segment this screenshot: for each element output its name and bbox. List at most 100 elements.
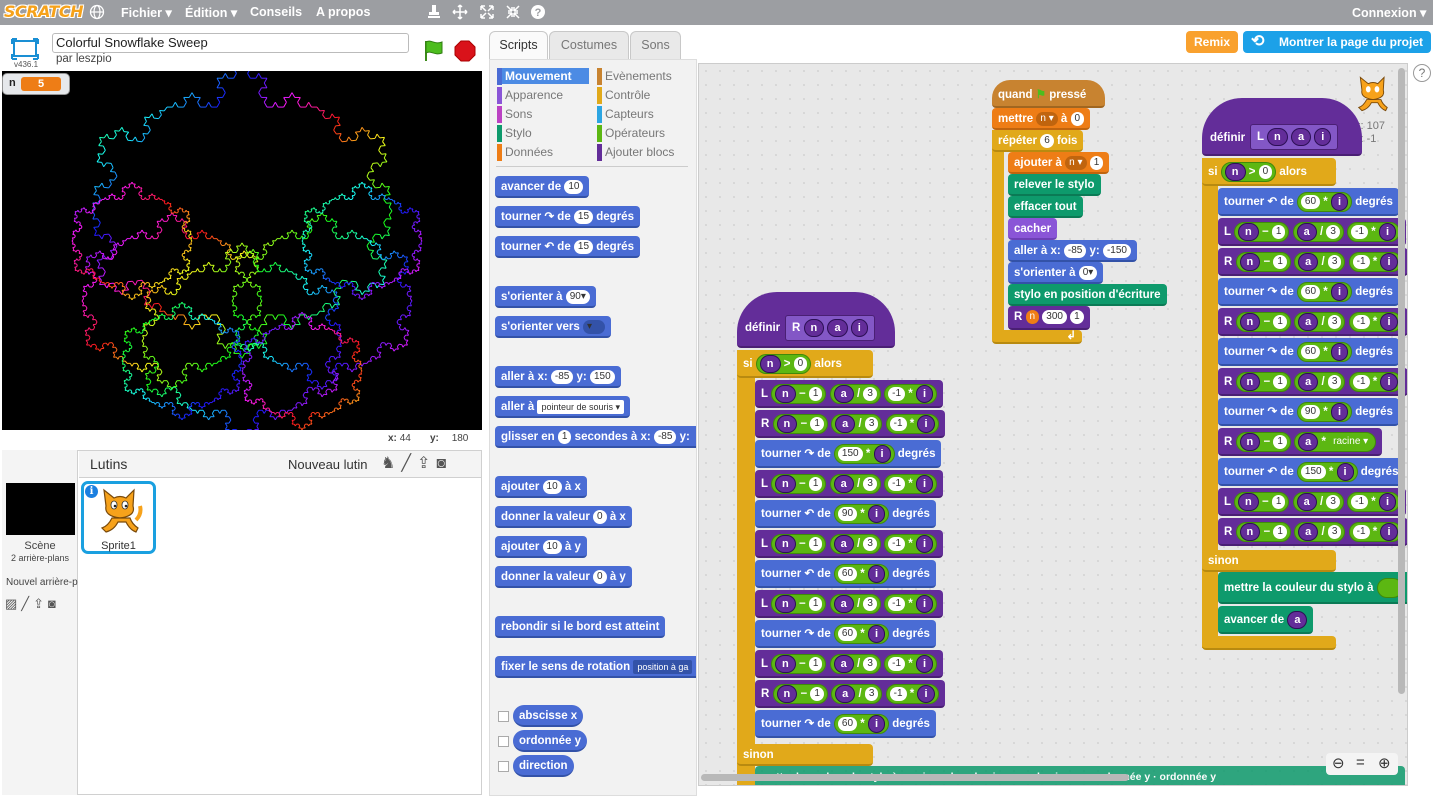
r-script-row-5[interactable]: L n − 1 a / 3 -1 * i <box>755 530 944 558</box>
block-set-x[interactable]: donner la valeur 0 à x <box>495 506 632 528</box>
stage-canvas[interactable] <box>2 71 482 430</box>
checkbox-xpos[interactable] <box>498 711 509 722</box>
block-goto-xy[interactable]: aller à x: -85 y: 150 <box>495 366 621 388</box>
block-change-var[interactable]: ajouter à n ▾ 1 <box>1008 152 1110 174</box>
category-motion[interactable]: Mouvement <box>497 68 589 85</box>
r-script-row-10[interactable]: R n − 1 a / 3 -1 * i <box>755 680 945 708</box>
stamp-icon[interactable] <box>426 4 442 20</box>
l-script-row-0[interactable]: tourner ↶ de 60 * i degrés <box>1218 188 1399 216</box>
category-control[interactable]: Contrôle <box>597 87 650 104</box>
menu-connection[interactable]: Connexion ▾ <box>1352 5 1426 20</box>
l-script-row-10[interactable]: L n − 1 a / 3 -1 * i <box>1218 488 1407 516</box>
l-script-row-1[interactable]: L n − 1 a / 3 -1 * i <box>1218 218 1407 246</box>
category-operators[interactable]: Opérateurs <box>597 125 665 142</box>
paint-backdrop-icon[interactable]: ▨ <box>5 596 21 611</box>
brush-backdrop-icon[interactable]: ╱ <box>21 596 33 611</box>
r-script-row-1[interactable]: R n − 1 a / 3 -1 * i <box>755 410 945 438</box>
l-script-row-8[interactable]: R n − 1 a * racine ▾ <box>1218 428 1383 456</box>
upload-sprite-icon[interactable]: ⇪ <box>417 455 436 472</box>
l-script-row-4[interactable]: R n − 1 a / 3 -1 * i <box>1218 308 1407 336</box>
block-glide[interactable]: glisser en 1 secondes à x: -85 y: <box>495 426 696 448</box>
menu-about[interactable]: A propos <box>316 5 370 19</box>
tab-sounds[interactable]: Sons <box>630 31 681 59</box>
block-goto[interactable]: aller à pointeur de souris ▾ <box>495 396 631 418</box>
see-project-page-button[interactable]: ⟲ Montrer la page du projet <box>1243 31 1431 53</box>
block-when-flag-clicked[interactable]: quand ⚑ pressé <box>992 80 1105 108</box>
block-if-r[interactable]: si n > 0 alors <box>737 350 873 378</box>
stop-icon[interactable] <box>454 40 476 62</box>
block-hide[interactable]: cacher <box>1008 218 1058 240</box>
horizontal-scrollbar[interactable] <box>701 774 1129 781</box>
zoom-out-icon[interactable]: ⊖ <box>1332 754 1345 772</box>
category-sound[interactable]: Sons <box>497 106 532 123</box>
r-script-row-4[interactable]: tourner ↶ de 90 * i degrés <box>755 500 936 528</box>
block-define-r[interactable]: définir R n a i <box>737 292 895 348</box>
l-script-row-9[interactable]: tourner ↶ de 150 * i degrés <box>1218 458 1405 486</box>
block-if-l[interactable]: si n > 0 alors <box>1202 158 1336 186</box>
enlarge-icon[interactable] <box>479 4 495 20</box>
block-clear[interactable]: effacer tout <box>1008 196 1083 218</box>
paint-sprite-icon[interactable]: ╱ <box>401 455 417 472</box>
l-script-row-11[interactable]: R n − 1 a / 3 -1 * i <box>1218 518 1407 546</box>
r-script-row-11[interactable]: tourner ↷ de 60 * i degrés <box>755 710 936 738</box>
remix-button[interactable]: Remix <box>1186 31 1238 53</box>
help-icon[interactable]: ? <box>530 4 546 20</box>
project-title-input[interactable]: Colorful Snowflake Sweep <box>52 33 409 53</box>
r-script-row-6[interactable]: tourner ↶ de 60 * i degrés <box>755 560 936 588</box>
l-script-row-5[interactable]: tourner ↷ de 60 * i degrés <box>1218 338 1399 366</box>
block-repeat[interactable]: répéter 6 fois <box>992 130 1084 152</box>
block-change-y[interactable]: ajouter 10 à y <box>495 536 587 558</box>
r-script-row-3[interactable]: L n − 1 a / 3 -1 * i <box>755 470 944 498</box>
category-sensing[interactable]: Capteurs <box>597 106 654 123</box>
block-else-l[interactable]: sinon <box>1202 550 1336 572</box>
zoom-reset-icon[interactable]: = <box>1356 754 1365 771</box>
block-move-a[interactable]: avancer de a <box>1218 606 1314 634</box>
camera-sprite-icon[interactable]: ◙ <box>436 455 452 472</box>
l-script-row-3[interactable]: tourner ↷ de 60 * i degrés <box>1218 278 1399 306</box>
variable-monitor[interactable]: n 5 <box>2 73 70 95</box>
block-else-r[interactable]: sinon <box>737 744 873 766</box>
checkbox-ypos[interactable] <box>498 736 509 747</box>
menu-file[interactable]: Fichier ▾ <box>121 5 172 20</box>
block-pen-up[interactable]: relever le stylo <box>1008 174 1101 196</box>
block-move-steps[interactable]: avancer de 10 <box>495 176 590 198</box>
block-point-direction[interactable]: s'orienter à 90▾ <box>495 286 596 308</box>
block-pen-down[interactable]: stylo en position d'écriture <box>1008 284 1167 306</box>
block-point-direction-script[interactable]: s'orienter à 0▾ <box>1008 262 1104 284</box>
category-more-blocks[interactable]: Ajouter blocs <box>597 144 674 161</box>
menu-tips[interactable]: Conseils <box>250 5 302 19</box>
sprite-library-icon[interactable]: ♞ <box>381 455 401 472</box>
shrink-icon[interactable] <box>505 4 521 20</box>
block-bounce[interactable]: rebondir si le bord est atteint <box>495 616 666 638</box>
block-turn-left[interactable]: tourner ↶ de 15 degrés <box>495 236 640 258</box>
block-goto-xy-script[interactable]: aller à x: -85 y: -150 <box>1008 240 1137 262</box>
block-point-towards[interactable]: s'orienter vers ▾ <box>495 316 612 338</box>
block-rotation-style[interactable]: fixer le sens de rotation position à ga <box>495 656 696 678</box>
sprite1-tile[interactable]: i Sprite1 <box>81 481 156 554</box>
l-script-row-7[interactable]: tourner ↷ de 90 * i degrés <box>1218 398 1399 426</box>
zoom-in-icon[interactable]: ⊕ <box>1378 754 1391 772</box>
green-flag-icon[interactable] <box>422 38 444 62</box>
r-script-row-0[interactable]: L n − 1 a / 3 -1 * i <box>755 380 944 408</box>
camera-backdrop-icon[interactable]: ◙ <box>48 596 60 611</box>
reporter-xpos[interactable]: abscisse x <box>513 705 584 727</box>
scratch-logo[interactable]: SCRATCH <box>4 2 83 21</box>
r-script-row-8[interactable]: tourner ↷ de 60 * i degrés <box>755 620 936 648</box>
reporter-ypos[interactable]: ordonnée y <box>513 730 587 752</box>
block-set-pen-color[interactable]: mettre la couleur du stylo à <box>1218 572 1407 604</box>
block-set-y[interactable]: donner la valeur 0 à y <box>495 566 632 588</box>
reporter-direction[interactable]: direction <box>513 755 574 777</box>
category-looks[interactable]: Apparence <box>497 87 563 104</box>
block-set-var[interactable]: mettre n ▾ à 0 <box>992 108 1091 130</box>
help-side-icon[interactable]: ? <box>1413 64 1431 82</box>
r-script-row-2[interactable]: tourner ↷ de 150 * i degrés <box>755 440 942 468</box>
scripts-area[interactable]: x: 107 y: -1 quand ⚑ pressé mettre n ▾ à… <box>698 63 1408 786</box>
globe-icon[interactable] <box>89 4 105 20</box>
l-script-row-6[interactable]: R n − 1 a / 3 -1 * i <box>1218 368 1407 396</box>
category-data[interactable]: Données <box>497 144 553 161</box>
block-change-x[interactable]: ajouter 10 à x <box>495 476 587 498</box>
grow-icon[interactable] <box>452 4 468 20</box>
checkbox-direction[interactable] <box>498 761 509 772</box>
block-define-l[interactable]: définir L n a i <box>1202 98 1362 156</box>
vertical-scrollbar[interactable] <box>1398 68 1405 694</box>
